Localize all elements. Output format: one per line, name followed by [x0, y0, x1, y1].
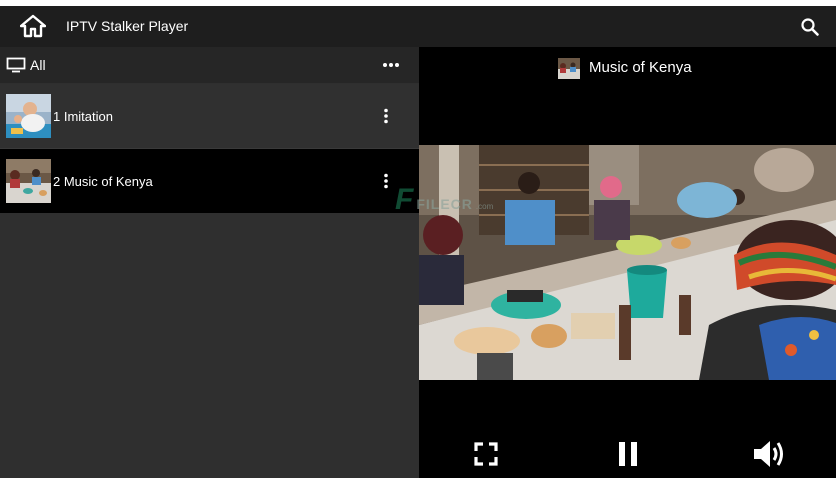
category-filter-bar: All: [0, 47, 419, 83]
home-icon: [20, 14, 46, 38]
channel-options-button[interactable]: [378, 106, 394, 126]
app-title: IPTV Stalker Player: [66, 18, 189, 34]
channel-item[interactable]: 1 Imitation: [0, 84, 419, 148]
app-window: IPTV Stalker Player All 1 Imitation 2 Mu…: [0, 6, 836, 478]
volume-button[interactable]: [752, 439, 788, 469]
search-icon: [801, 18, 819, 36]
more-horizontal-icon: [383, 63, 399, 67]
channel-list-panel: All 1 Imitation 2 Music of Kenya: [0, 47, 419, 478]
channel-label: 2 Music of Kenya: [53, 174, 153, 189]
pause-button[interactable]: [615, 439, 641, 469]
home-button[interactable]: [20, 14, 46, 38]
category-label[interactable]: All: [30, 57, 46, 73]
volume-icon: [754, 441, 783, 467]
category-menu-button[interactable]: [380, 57, 402, 73]
more-vertical-icon: [384, 108, 388, 124]
channel-label: 1 Imitation: [53, 109, 113, 124]
now-playing-title: Music of Kenya: [589, 59, 692, 76]
search-button[interactable]: [800, 17, 820, 37]
channel-item-selected[interactable]: 2 Music of Kenya: [0, 149, 419, 213]
player-panel: Music of Kenya: [419, 47, 836, 478]
pause-icon: [619, 442, 637, 466]
channel-thumbnail: [6, 94, 51, 138]
tv-icon: [6, 57, 26, 73]
video-frame[interactable]: [419, 145, 836, 380]
channel-thumbnail: [6, 159, 51, 203]
top-app-bar: IPTV Stalker Player: [0, 6, 836, 47]
more-vertical-icon: [384, 173, 388, 189]
now-playing-thumbnail: [558, 58, 580, 79]
channel-options-button[interactable]: [378, 171, 394, 191]
fullscreen-icon: [474, 442, 498, 466]
fullscreen-button[interactable]: [472, 439, 500, 469]
